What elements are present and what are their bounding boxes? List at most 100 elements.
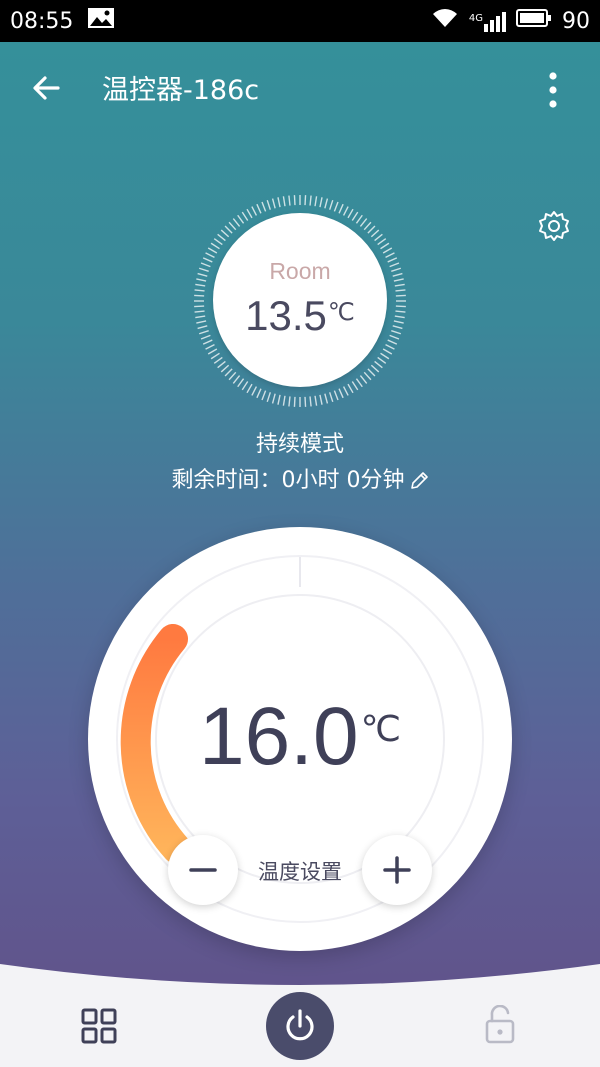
dial-tick	[385, 252, 395, 259]
dial-tick	[391, 330, 402, 335]
dial-tick	[251, 206, 258, 216]
dial-tick	[359, 375, 368, 384]
dial-tick	[200, 262, 211, 268]
decrease-temp-button[interactable]	[168, 835, 238, 905]
gear-icon	[539, 211, 569, 241]
dial-tick	[237, 378, 245, 388]
dial-tick	[197, 325, 208, 330]
remaining-time-text: 剩余时间：0小时 0分钟	[171, 468, 405, 493]
room-temp-unit: ℃	[327, 299, 355, 326]
dial-tick	[387, 339, 398, 345]
dial-tick	[196, 278, 207, 282]
dial-tick	[210, 242, 220, 250]
dial-tick	[324, 393, 329, 404]
dial-tick	[367, 225, 376, 234]
mode-label: 持续模式	[255, 432, 344, 457]
grid-icon	[81, 1008, 117, 1044]
power-icon	[286, 1009, 314, 1041]
dial-tick	[277, 197, 281, 208]
dial-tick	[395, 289, 406, 292]
dial-tick	[342, 386, 349, 396]
status-time: 08:55	[10, 8, 74, 34]
dial-tick	[194, 310, 205, 313]
dial-tick	[210, 352, 220, 360]
dial-tick	[359, 218, 368, 227]
dial-tick	[202, 339, 213, 345]
dial-tick	[380, 242, 390, 250]
dial-tick	[391, 267, 402, 272]
dial-tick	[395, 310, 406, 313]
dial-tick	[232, 375, 241, 384]
back-button[interactable]	[28, 70, 64, 106]
dial-tick	[329, 199, 334, 210]
dial-tick	[232, 218, 241, 227]
dial-tick	[237, 214, 245, 224]
dial-tick	[338, 388, 344, 399]
wifi-icon	[431, 7, 459, 35]
page-title: 温控器-186c	[102, 75, 260, 106]
dial-tick	[385, 343, 395, 350]
dial-tick	[374, 233, 383, 242]
dial-tick	[241, 211, 249, 221]
dial-tick	[261, 390, 267, 401]
signal-icon: 4G	[469, 10, 506, 32]
increase-temp-button[interactable]	[362, 835, 432, 905]
dial-tick	[333, 201, 339, 212]
dial-tick	[288, 396, 291, 407]
dial-tick	[228, 371, 237, 381]
dial-tick	[220, 229, 230, 238]
dial-tick	[304, 396, 307, 407]
settings-button[interactable]	[536, 208, 572, 244]
dial-tick	[293, 195, 296, 206]
temp-setting-label: 温度设置	[258, 860, 342, 884]
dial-tick	[200, 334, 211, 340]
dial-tick	[282, 395, 286, 406]
power-button[interactable]	[266, 992, 334, 1060]
dial-tick	[288, 195, 291, 206]
dial-tick	[256, 203, 262, 214]
lock-button[interactable]	[484, 1004, 516, 1045]
setpoint-temperature: 16.0℃	[150, 690, 450, 784]
dial-tick	[395, 305, 406, 308]
dial-tick	[377, 356, 387, 364]
battery-level: 90	[562, 8, 590, 34]
dial-tick	[319, 197, 323, 208]
minus-icon	[189, 868, 217, 872]
dial-tick	[293, 396, 296, 407]
dial-tick	[342, 206, 349, 216]
more-options-button[interactable]	[538, 70, 568, 110]
dial-tick	[261, 201, 267, 212]
dial-tick	[394, 283, 405, 287]
dial-tick	[314, 395, 318, 406]
dial-tick	[395, 294, 406, 297]
dial-tick	[246, 208, 253, 219]
dial-tick	[194, 289, 205, 292]
dial-tick	[309, 396, 312, 407]
dial-tick	[217, 233, 226, 242]
dial-tick	[224, 368, 233, 377]
dial-tick	[246, 383, 253, 394]
status-bar: 08:55 4G 90	[0, 0, 600, 42]
dial-tick	[338, 203, 344, 214]
dial-tick	[224, 225, 233, 234]
dial-tick	[382, 247, 393, 254]
dial-tick	[367, 368, 376, 377]
menu-grid-button[interactable]	[80, 1007, 118, 1045]
dial-tick	[355, 378, 363, 388]
dial-tick	[197, 272, 208, 277]
room-temp-value: 13.5	[245, 292, 327, 339]
dial-tick	[213, 238, 223, 246]
back-arrow-icon	[33, 76, 60, 100]
dial-tick	[304, 195, 307, 206]
dial-tick	[271, 198, 276, 209]
remaining-time[interactable]: 剩余时间：0小时 0分钟	[0, 462, 600, 494]
dial-tick	[266, 199, 271, 210]
battery-icon	[516, 8, 552, 34]
plus-icon	[383, 856, 411, 884]
more-vert-icon	[549, 72, 557, 108]
dial-tick	[380, 352, 390, 360]
setpoint-unit: ℃	[360, 708, 402, 749]
dial-tick	[394, 315, 405, 319]
dial-tick	[309, 195, 312, 206]
dial-tick	[198, 267, 209, 272]
